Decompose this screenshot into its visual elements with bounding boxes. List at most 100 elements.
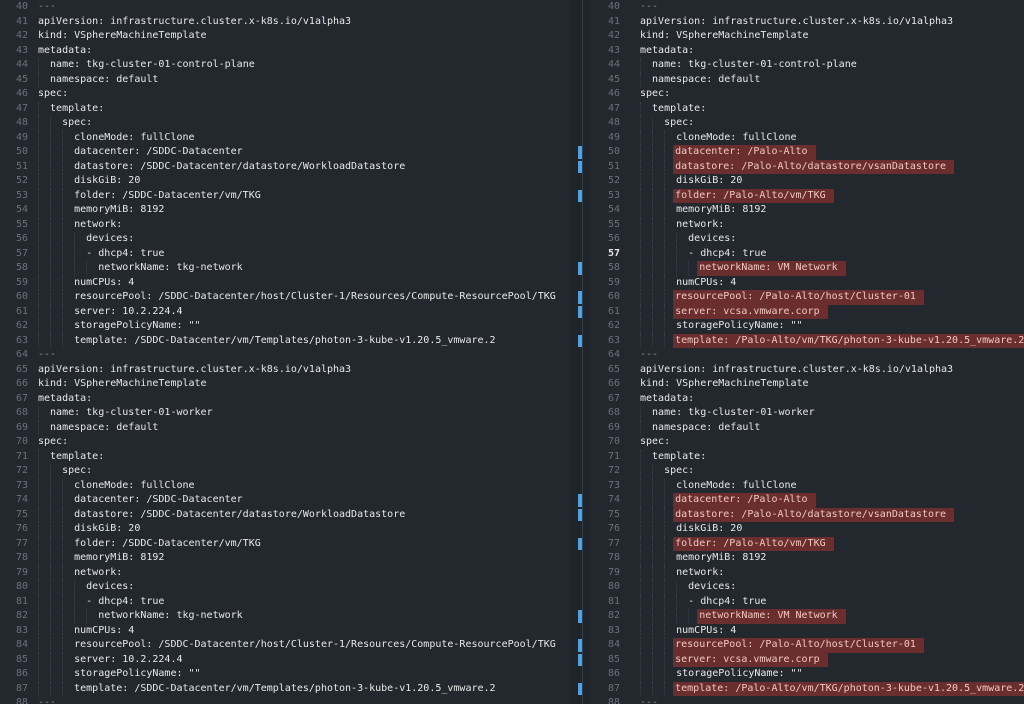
code-line[interactable]: 61 server: vcsa.vmware.corp bbox=[590, 304, 1024, 319]
diff-change-marker[interactable] bbox=[578, 508, 582, 521]
code-line[interactable]: 84 resourcePool: /Palo-Alto/host/Cluster-… bbox=[590, 638, 1024, 653]
code-line[interactable]: 40 --- bbox=[0, 0, 570, 15]
code-line[interactable]: 56 devices: bbox=[0, 232, 570, 247]
code-line[interactable]: 55 network: bbox=[590, 217, 1024, 232]
diff-change-marker[interactable] bbox=[578, 189, 582, 202]
code-line[interactable]: 80 devices: bbox=[590, 580, 1024, 595]
code-line[interactable]: 64 --- bbox=[590, 348, 1024, 363]
code-line[interactable]: 80 devices: bbox=[0, 580, 570, 595]
code-line[interactable]: 71 template: bbox=[0, 449, 570, 464]
code-line[interactable]: 52 diskGiB: 20 bbox=[0, 174, 570, 189]
code-line[interactable]: 79 network: bbox=[590, 565, 1024, 580]
code-line[interactable]: 63 template: /Palo-Alto/vm/TKG/photon-3-k… bbox=[590, 333, 1024, 348]
right-editor-pane[interactable]: 40 --- 41 apiVersion: infrastructure.cluste… bbox=[590, 0, 1024, 704]
code-line[interactable]: 84 resourcePool: /SDDC-Datacenter/host/Cl… bbox=[0, 638, 570, 653]
diff-change-marker[interactable] bbox=[578, 160, 582, 173]
code-line[interactable]: 47 template: bbox=[0, 101, 570, 116]
code-line[interactable]: 87 template: /SDDC-Datacenter/vm/Template… bbox=[0, 681, 570, 696]
code-line[interactable]: 87 template: /Palo-Alto/vm/TKG/photon-3-k… bbox=[590, 681, 1024, 696]
code-line[interactable]: 40 --- bbox=[590, 0, 1024, 15]
code-line[interactable]: 79 network: bbox=[0, 565, 570, 580]
code-line[interactable]: 50 datacenter: /SDDC-Datacenter bbox=[0, 145, 570, 160]
code-line[interactable]: 63 template: /SDDC-Datacenter/vm/Template… bbox=[0, 333, 570, 348]
code-line[interactable]: 57 - dhcp4: true bbox=[590, 246, 1024, 261]
code-line[interactable]: 85 server: 10.2.224.4 bbox=[0, 652, 570, 667]
code-line[interactable]: 46 spec: bbox=[590, 87, 1024, 102]
diff-change-marker[interactable] bbox=[578, 682, 582, 695]
diff-change-marker[interactable] bbox=[578, 639, 582, 652]
code-line[interactable]: 41 apiVersion: infrastructure.cluster.x-k… bbox=[590, 15, 1024, 30]
code-line[interactable]: 66 kind: VSphereMachineTemplate bbox=[590, 377, 1024, 392]
code-line[interactable]: 46 spec: bbox=[0, 87, 570, 102]
code-line[interactable]: 76 diskGiB: 20 bbox=[0, 522, 570, 537]
diff-change-marker[interactable] bbox=[578, 305, 582, 318]
code-line[interactable]: 48 spec: bbox=[0, 116, 570, 131]
code-line[interactable]: 69 namespace: default bbox=[590, 420, 1024, 435]
code-line[interactable]: 74 datacenter: /SDDC-Datacenter bbox=[0, 493, 570, 508]
code-line[interactable]: 88 --- bbox=[590, 696, 1024, 704]
code-line[interactable]: 44 name: tkg-cluster-01-control-plane bbox=[0, 58, 570, 73]
code-line[interactable]: 49 cloneMode: fullClone bbox=[0, 130, 570, 145]
code-line[interactable]: 69 namespace: default bbox=[0, 420, 570, 435]
code-line[interactable]: 47 template: bbox=[590, 101, 1024, 116]
code-line[interactable]: 53 folder: /SDDC-Datacenter/vm/TKG bbox=[0, 188, 570, 203]
code-line[interactable]: 73 cloneMode: fullClone bbox=[590, 478, 1024, 493]
code-line[interactable]: 65 apiVersion: infrastructure.cluster.x-k… bbox=[0, 363, 570, 378]
code-line[interactable]: 44 name: tkg-cluster-01-control-plane bbox=[590, 58, 1024, 73]
code-line[interactable]: 49 cloneMode: fullClone bbox=[590, 130, 1024, 145]
code-line[interactable]: 77 folder: /SDDC-Datacenter/vm/TKG bbox=[0, 536, 570, 551]
code-line[interactable]: 60 resourcePool: /SDDC-Datacenter/host/Cl… bbox=[0, 290, 570, 305]
diff-change-marker[interactable] bbox=[578, 610, 582, 623]
code-line[interactable]: 66 kind: VSphereMachineTemplate bbox=[0, 377, 570, 392]
code-line[interactable]: 83 numCPUs: 4 bbox=[590, 623, 1024, 638]
diff-change-marker[interactable] bbox=[578, 146, 582, 159]
code-line[interactable]: 45 namespace: default bbox=[0, 72, 570, 87]
left-editor-pane[interactable]: 40 --- 41 apiVersion: infrastructure.cluste… bbox=[0, 0, 570, 704]
code-line[interactable]: 42 kind: VSphereMachineTemplate bbox=[0, 29, 570, 44]
diff-change-marker[interactable] bbox=[578, 291, 582, 304]
code-line[interactable]: 85 server: vcsa.vmware.corp bbox=[590, 652, 1024, 667]
code-line[interactable]: 64 --- bbox=[0, 348, 570, 363]
code-line[interactable]: 68 name: tkg-cluster-01-worker bbox=[590, 406, 1024, 421]
code-line[interactable]: 51 datastore: /Palo-Alto/datastore/vsanDa… bbox=[590, 159, 1024, 174]
code-line[interactable]: 50 datacenter: /Palo-Alto bbox=[590, 145, 1024, 160]
code-line[interactable]: 86 storagePolicyName: "" bbox=[590, 667, 1024, 682]
code-line[interactable]: 68 name: tkg-cluster-01-worker bbox=[0, 406, 570, 421]
code-line[interactable]: 76 diskGiB: 20 bbox=[590, 522, 1024, 537]
code-line[interactable]: 65 apiVersion: infrastructure.cluster.x-k… bbox=[590, 363, 1024, 378]
diff-change-marker[interactable] bbox=[578, 494, 582, 507]
code-line[interactable]: 82 networkName: tkg-network bbox=[0, 609, 570, 624]
diff-change-marker[interactable] bbox=[578, 262, 582, 275]
code-line[interactable]: 72 spec: bbox=[0, 464, 570, 479]
code-line[interactable]: 58 networkName: tkg-network bbox=[0, 261, 570, 276]
code-line[interactable]: 74 datacenter: /Palo-Alto bbox=[590, 493, 1024, 508]
code-line[interactable]: 75 datastore: /SDDC-Datacenter/datastore/… bbox=[0, 507, 570, 522]
code-line[interactable]: 77 folder: /Palo-Alto/vm/TKG bbox=[590, 536, 1024, 551]
code-line[interactable]: 60 resourcePool: /Palo-Alto/host/Cluster-… bbox=[590, 290, 1024, 305]
code-line[interactable]: 82 networkName: VM Network bbox=[590, 609, 1024, 624]
code-line[interactable]: 67 metadata: bbox=[0, 392, 570, 407]
code-line[interactable]: 62 storagePolicyName: "" bbox=[0, 319, 570, 334]
code-line[interactable]: 70 spec: bbox=[590, 435, 1024, 450]
code-line[interactable]: 43 metadata: bbox=[0, 44, 570, 59]
code-line[interactable]: 51 datastore: /SDDC-Datacenter/datastore/… bbox=[0, 159, 570, 174]
code-line[interactable]: 59 numCPUs: 4 bbox=[590, 275, 1024, 290]
code-line[interactable]: 57 - dhcp4: true bbox=[0, 246, 570, 261]
code-line[interactable]: 71 template: bbox=[590, 449, 1024, 464]
code-line[interactable]: 53 folder: /Palo-Alto/vm/TKG bbox=[590, 188, 1024, 203]
code-line[interactable]: 45 namespace: default bbox=[590, 72, 1024, 87]
code-line[interactable]: 81 - dhcp4: true bbox=[0, 594, 570, 609]
code-line[interactable]: 67 metadata: bbox=[590, 392, 1024, 407]
code-line[interactable]: 78 memoryMiB: 8192 bbox=[0, 551, 570, 566]
diff-change-marker[interactable] bbox=[578, 653, 582, 666]
code-line[interactable]: 62 storagePolicyName: "" bbox=[590, 319, 1024, 334]
code-line[interactable]: 55 network: bbox=[0, 217, 570, 232]
code-line[interactable]: 88 --- bbox=[0, 696, 570, 704]
code-line[interactable]: 41 apiVersion: infrastructure.cluster.x-k… bbox=[0, 15, 570, 30]
code-line[interactable]: 72 spec: bbox=[590, 464, 1024, 479]
diff-change-marker[interactable] bbox=[578, 537, 582, 550]
code-line[interactable]: 56 devices: bbox=[590, 232, 1024, 247]
code-line[interactable]: 75 datastore: /Palo-Alto/datastore/vsanDa… bbox=[590, 507, 1024, 522]
code-line[interactable]: 78 memoryMiB: 8192 bbox=[590, 551, 1024, 566]
code-line[interactable]: 58 networkName: VM Network bbox=[590, 261, 1024, 276]
